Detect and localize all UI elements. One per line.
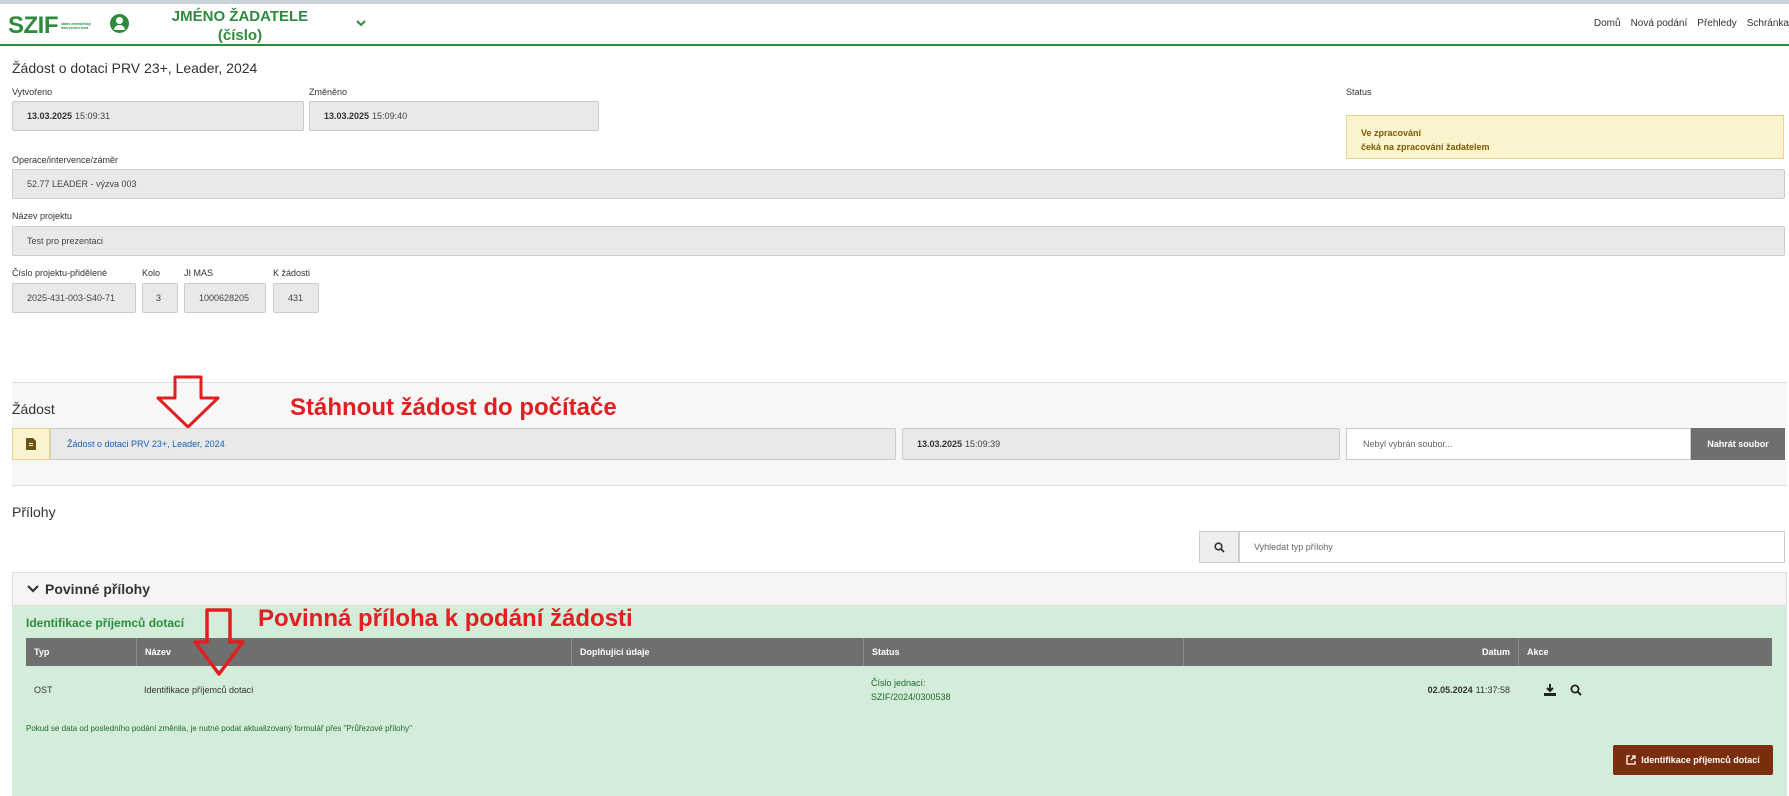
zadost-file-time: 15:09:39 [965,439,1001,449]
top-bar: SZIF státní zemědělský intervenční fond … [0,4,1789,46]
kolo-value: 3 [156,293,162,303]
nav-item-domu[interactable]: Domů [1594,18,1621,29]
kzadosti-label: K žádosti [273,268,311,278]
created-label: Vytvořeno [12,87,53,97]
annotation-arrow-download-icon [156,375,220,429]
project-name-value: Test pro prezentaci [27,236,104,246]
upload-placeholder: Nebyl vybrán soubor... [1363,439,1453,449]
zadost-file-link-text[interactable]: Žádost o dotaci PRV 23+, Leader, 2024 [67,439,225,449]
chevron-down-icon[interactable] [356,16,366,30]
jimas-label: JI MAS [184,268,214,278]
col-datum: Datum [1183,638,1518,666]
created-date: 13.03.2025 [27,111,73,121]
user-name-line2: (číslo) [217,27,263,44]
operation-field: 52.77 LEADER - výzva 003 [12,169,1785,199]
zadost-file-date-field: 13.03.2025 15:09:39 [902,428,1340,460]
identifikace-button-label: Identifikace příjemců dotací [1641,755,1760,765]
attachment-subsection-title: Identifikace příjemců dotací [26,616,185,630]
search-icon [1213,541,1225,553]
kzadosti-field: 431 [273,283,319,313]
created-time: 15:09:31 [75,111,111,121]
jimas-value: 1000628205 [199,293,250,303]
mandatory-attachments-header[interactable]: Povinné přílohy [12,572,1787,606]
table-row: OST Identifikace příjemců dotací Číslo j… [26,666,1772,714]
file-icon-cell [12,428,50,460]
operation-value: 52.77 LEADER - výzva 003 [27,179,137,189]
project-number-field: 2025-431-003-S40-71 [12,283,136,313]
page: SZIF státní zemědělský intervenční fond … [0,4,1789,796]
search-icon[interactable] [1570,684,1582,696]
kolo-label: Kolo [142,268,161,278]
changed-label: Změněno [309,87,348,97]
changed-field: 13.03.2025 15:09:40 [309,101,599,131]
attachment-note: Pokud se data od posledního podání změni… [26,724,412,733]
jimas-field: 1000628205 [184,283,266,313]
top-navigation: Domů Nová podání Přehledy Schránka [1594,18,1789,29]
changed-date: 13.03.2025 [324,111,370,121]
upload-file-input[interactable]: Nebyl vybrán soubor... [1346,428,1691,460]
user-account-icon[interactable] [110,14,129,33]
prilohy-title: Přílohy [12,504,56,520]
attachments-table-header: Typ Název Doplňující údaje Status Datum … [26,638,1772,666]
page-title: Žádost o dotaci PRV 23+, Leader, 2024 [12,60,258,76]
row-doplnujici [571,666,863,714]
identifikace-button[interactable]: Identifikace příjemců dotací [1613,745,1773,775]
project-name-label: Název projektu [12,211,73,221]
project-number-label: Číslo projektu-přidělené [12,268,108,278]
status-line2: čeká na zpracování žadatelem [1361,142,1490,152]
created-field: 13.03.2025 15:09:31 [12,101,304,131]
szif-logo[interactable]: SZIF státní zemědělský intervenční fond [8,12,95,40]
operation-label: Operace/intervence/záměr [12,155,119,165]
changed-time: 15:09:40 [372,111,408,121]
zadost-title: Žádost [12,401,55,417]
annotation-mandatory: Povinná příloha k podání žádosti [258,605,633,632]
mandatory-attachments-title: Povinné přílohy [45,581,151,597]
search-input[interactable]: Vyhledat typ přílohy [1239,531,1785,563]
kolo-field: 3 [142,283,178,313]
search-placeholder: Vyhledat typ přílohy [1254,542,1333,552]
logo-subtitle: státní zemědělský intervenční fond [61,22,91,30]
row-datum-date: 02.05.2024 [1427,685,1473,695]
nav-item-schranka[interactable]: Schránka [1747,18,1789,29]
row-akce [1536,666,1596,714]
user-name-line1: JMÉNO ŽADATELE [171,8,309,25]
row-status: Číslo jednací: SZIF/2024/0300538 [863,666,1183,714]
col-doplnujici: Doplňující údaje [571,638,863,666]
search-button[interactable] [1199,531,1239,563]
row-status-line1: Číslo jednací: [871,678,926,688]
external-link-icon [1626,755,1636,765]
col-typ: Typ [34,647,50,657]
chevron-down-icon [27,585,39,593]
row-nazev: Identifikace příjemců dotací [144,685,254,695]
status-label: Status [1346,87,1372,97]
nav-item-prehledy[interactable]: Přehledy [1697,18,1736,29]
project-name-field: Test pro prezentaci [12,226,1785,256]
kzadosti-value: 431 [288,293,304,303]
row-typ: OST [34,685,53,695]
user-name[interactable]: JMÉNO ŽADATELE (číslo) [150,7,330,45]
zadost-file-date: 13.03.2025 [917,439,963,449]
nav-item-nova-podani[interactable]: Nová podání [1631,18,1688,29]
row-status-line2: SZIF/2024/0300538 [871,692,951,702]
col-akce: Akce [1518,638,1772,666]
row-datum: 02.05.2024 11:37:58 [1183,666,1518,714]
logo-text: SZIF [8,12,59,39]
pdf-file-icon [26,438,36,450]
project-number-value: 2025-431-003-S40-71 [27,293,116,303]
zadost-file-link[interactable]: Žádost o dotaci PRV 23+, Leader, 2024 [50,428,896,460]
col-status: Status [863,638,1183,666]
upload-button[interactable]: Nahrát soubor [1691,428,1785,460]
row-datum-time: 11:37:58 [1475,685,1510,695]
status-line1: Ve zpracování [1361,128,1422,138]
status-badge: Ve zpracování čeká na zpracování žadatel… [1346,115,1784,159]
download-icon[interactable] [1544,684,1556,696]
annotation-download: Stáhnout žádost do počítače [290,394,617,421]
